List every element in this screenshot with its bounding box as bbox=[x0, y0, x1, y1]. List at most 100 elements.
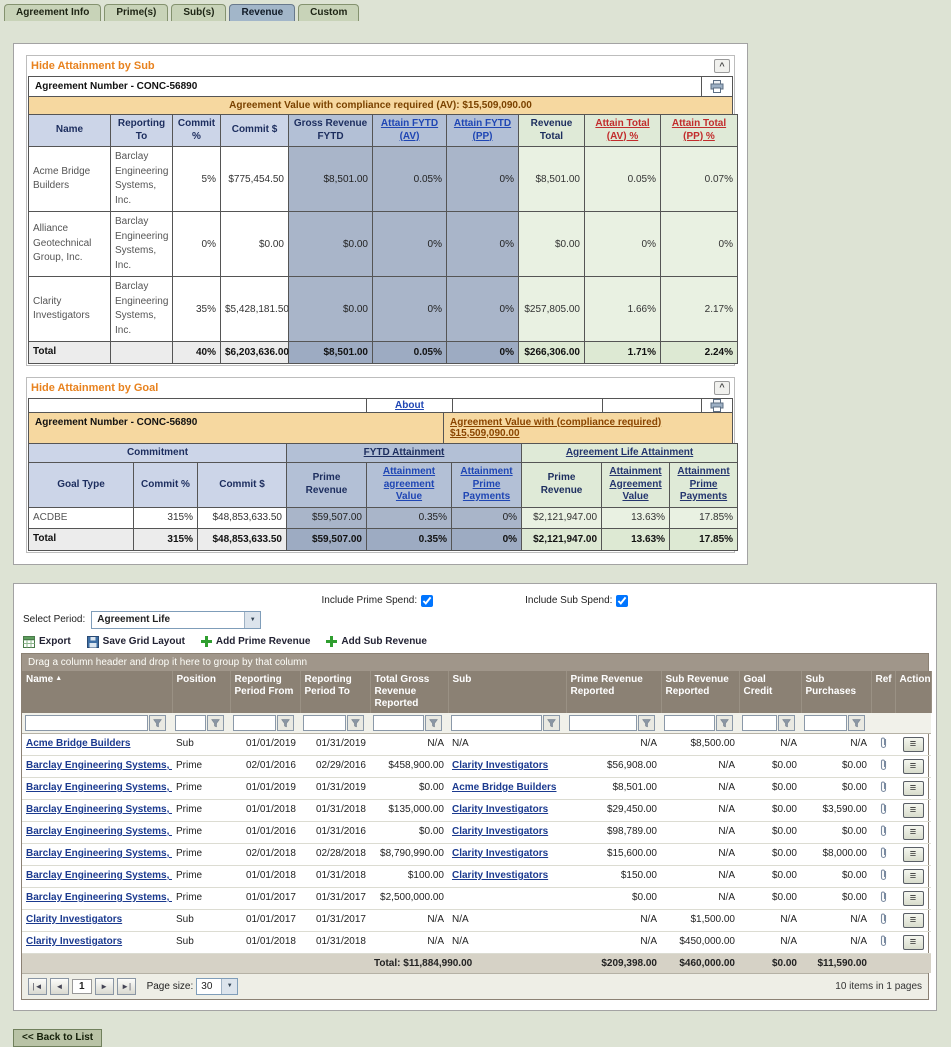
tab[interactable]: Revenue bbox=[229, 4, 295, 21]
filter-sub-purchases-input[interactable] bbox=[804, 715, 847, 731]
row-action-menu-button[interactable] bbox=[903, 803, 924, 818]
period-dropdown[interactable]: Agreement Life ▼ bbox=[91, 611, 261, 629]
filter-funnel-icon[interactable] bbox=[347, 715, 364, 731]
group-fytd-attainment[interactable]: FYTD Attainment bbox=[287, 443, 522, 463]
tab[interactable]: Prime(s) bbox=[104, 4, 168, 21]
pager-first-button[interactable]: |◄ bbox=[28, 978, 47, 995]
name-link[interactable]: Barclay Engineering Systems, Inc. bbox=[26, 870, 172, 881]
chevron-down-icon[interactable]: ▼ bbox=[221, 979, 237, 994]
pager-current-page[interactable]: 1 bbox=[72, 979, 92, 994]
sub-link[interactable]: Clarity Investigators bbox=[452, 848, 548, 859]
column-header-goal-credit[interactable]: Goal Credit bbox=[739, 671, 801, 713]
tab[interactable]: Agreement Info bbox=[4, 4, 101, 21]
about-link[interactable]: About bbox=[395, 400, 424, 411]
tab[interactable]: Custom bbox=[298, 4, 359, 21]
filter-funnel-icon[interactable] bbox=[778, 715, 795, 731]
col-life-attainment-agreement-value[interactable]: Attainment Agreement Value bbox=[602, 463, 670, 508]
cell-ref[interactable] bbox=[871, 755, 895, 777]
filter-funnel-icon[interactable] bbox=[207, 715, 224, 731]
row-action-menu-button[interactable] bbox=[903, 869, 924, 884]
filter-funnel-icon[interactable] bbox=[848, 715, 865, 731]
col-attainment-prime-payments[interactable]: Attainment Prime Payments bbox=[452, 463, 522, 508]
name-link[interactable]: Barclay Engineering Systems, Inc. bbox=[26, 892, 172, 903]
pager-prev-button[interactable]: ◄ bbox=[50, 978, 69, 995]
cell-ref[interactable] bbox=[871, 777, 895, 799]
col-attain-fytd-pp[interactable]: Attain FYTD (PP) bbox=[447, 115, 519, 147]
name-link[interactable]: Clarity Investigators bbox=[26, 936, 122, 947]
sub-link[interactable]: Clarity Investigators bbox=[452, 870, 548, 881]
col-attain-total-av[interactable]: Attain Total (AV) % bbox=[585, 115, 661, 147]
filter-funnel-icon[interactable] bbox=[638, 715, 655, 731]
cell-action[interactable] bbox=[895, 733, 931, 755]
column-header-sub[interactable]: Sub bbox=[448, 671, 566, 713]
cell-ref[interactable] bbox=[871, 843, 895, 865]
agreement-value-link[interactable]: Agreement Value with (compliance require… bbox=[450, 417, 661, 439]
name-link[interactable]: Barclay Engineering Systems, Inc. bbox=[26, 760, 172, 771]
cell-ref[interactable] bbox=[871, 799, 895, 821]
sub-link[interactable]: Clarity Investigators bbox=[452, 804, 548, 815]
filter-funnel-icon[interactable] bbox=[425, 715, 442, 731]
cell-action[interactable] bbox=[895, 755, 931, 777]
sub-link[interactable]: Clarity Investigators bbox=[452, 826, 548, 837]
filter-sub-revenue-input[interactable] bbox=[664, 715, 715, 731]
save-grid-layout-button[interactable]: Save Grid Layout bbox=[87, 636, 185, 648]
filter-period-to-input[interactable] bbox=[303, 715, 346, 731]
filter-name-input[interactable] bbox=[25, 715, 148, 731]
name-link[interactable]: Barclay Engineering Systems, Inc. bbox=[26, 804, 172, 815]
row-action-menu-button[interactable] bbox=[903, 913, 924, 928]
cell-ref[interactable] bbox=[871, 733, 895, 755]
filter-period-from-input[interactable] bbox=[233, 715, 276, 731]
group-by-bar[interactable]: Drag a column header and drop it here to… bbox=[22, 654, 928, 671]
col-attainment-agreement-value[interactable]: Attainment agreement Value bbox=[367, 463, 452, 508]
sub-link[interactable]: N/A bbox=[452, 914, 469, 925]
back-to-list-button[interactable]: << Back to List bbox=[13, 1029, 102, 1047]
filter-sub-input[interactable] bbox=[451, 715, 542, 731]
col-attain-total-pp[interactable]: Attain Total (PP) % bbox=[661, 115, 738, 147]
include-sub-spend[interactable]: Include Sub Spend: bbox=[525, 595, 628, 607]
cell-action[interactable] bbox=[895, 777, 931, 799]
cell-action[interactable] bbox=[895, 843, 931, 865]
cell-ref[interactable] bbox=[871, 909, 895, 931]
group-agreement-life-attainment[interactable]: Agreement Life Attainment bbox=[522, 443, 738, 463]
filter-total-gross-input[interactable] bbox=[373, 715, 424, 731]
attainment-by-goal-title[interactable]: Hide Attainment by Goal bbox=[31, 382, 158, 394]
column-header-sub-revenue-reported[interactable]: Sub Revenue Reported bbox=[661, 671, 739, 713]
cell-action[interactable] bbox=[895, 821, 931, 843]
row-action-menu-button[interactable] bbox=[903, 781, 924, 796]
name-link[interactable]: Barclay Engineering Systems, Inc. bbox=[26, 782, 172, 793]
attainment-by-sub-title[interactable]: Hide Attainment by Sub bbox=[31, 60, 155, 72]
column-header-total-gross-revenue[interactable]: Total Gross Revenue Reported bbox=[370, 671, 448, 713]
cell-action[interactable] bbox=[895, 887, 931, 909]
tab[interactable]: Sub(s) bbox=[171, 4, 226, 21]
filter-position-input[interactable] bbox=[175, 715, 206, 731]
column-header-prime-revenue-reported[interactable]: Prime Revenue Reported bbox=[566, 671, 661, 713]
cell-action[interactable] bbox=[895, 799, 931, 821]
sub-link[interactable]: N/A bbox=[452, 936, 469, 947]
cell-action[interactable] bbox=[895, 909, 931, 931]
row-action-menu-button[interactable] bbox=[903, 825, 924, 840]
column-header-name[interactable]: Name▲ bbox=[22, 671, 172, 713]
filter-funnel-icon[interactable] bbox=[149, 715, 166, 731]
print-button[interactable] bbox=[702, 77, 732, 96]
sub-link[interactable]: Clarity Investigators bbox=[452, 760, 548, 771]
row-action-menu-button[interactable] bbox=[903, 891, 924, 906]
include-sub-spend-checkbox[interactable] bbox=[616, 595, 628, 607]
cell-ref[interactable] bbox=[871, 931, 895, 953]
include-prime-spend[interactable]: Include Prime Spend: bbox=[322, 595, 434, 607]
row-action-menu-button[interactable] bbox=[903, 737, 924, 752]
collapse-icon[interactable]: ^ bbox=[714, 59, 730, 73]
export-button[interactable]: Export bbox=[23, 636, 71, 648]
cell-action[interactable] bbox=[895, 865, 931, 887]
cell-ref[interactable] bbox=[871, 887, 895, 909]
print-button[interactable] bbox=[702, 399, 732, 412]
cell-action[interactable] bbox=[895, 931, 931, 953]
filter-goal-credit-input[interactable] bbox=[742, 715, 777, 731]
pager-last-button[interactable]: ►| bbox=[117, 978, 136, 995]
row-action-menu-button[interactable] bbox=[903, 935, 924, 950]
name-link[interactable]: Barclay Engineering Systems, Inc. bbox=[26, 826, 172, 837]
filter-funnel-icon[interactable] bbox=[543, 715, 560, 731]
column-header-reporting-period-to[interactable]: Reporting Period To bbox=[300, 671, 370, 713]
collapse-icon[interactable]: ^ bbox=[714, 381, 730, 395]
row-action-menu-button[interactable] bbox=[903, 759, 924, 774]
row-action-menu-button[interactable] bbox=[903, 847, 924, 862]
